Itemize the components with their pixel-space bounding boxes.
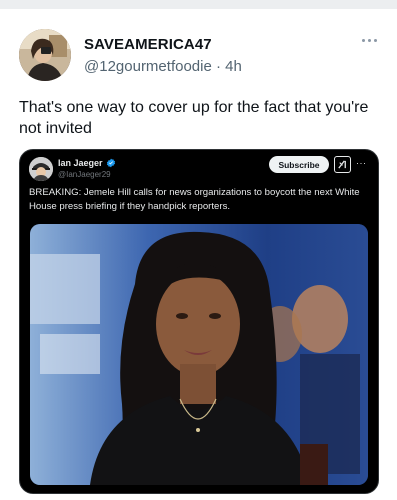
embed-more-icon[interactable]: ···	[356, 158, 367, 168]
meta-separator: ·	[215, 58, 221, 75]
grok-icon[interactable]	[334, 156, 351, 173]
subscribe-button[interactable]: Subscribe	[269, 156, 329, 173]
embed-post-text: BREAKING: Jemele Hill calls for news org…	[29, 187, 360, 212]
embedded-post-image[interactable]: Ian Jaeger @IanJaeger29 Subscribe ··· BR…	[19, 149, 379, 494]
embed-author-name-row: Ian Jaeger	[58, 158, 116, 168]
more-options-icon[interactable]	[358, 33, 380, 47]
post-time[interactable]: 4h	[225, 58, 242, 75]
news-photo[interactable]	[30, 224, 368, 485]
top-divider-strip	[0, 0, 397, 9]
post-text: That's one way to cover up for the fact …	[19, 99, 369, 137]
embed-author-avatar[interactable]	[29, 157, 53, 181]
author-avatar[interactable]	[19, 29, 71, 81]
embed-author-name[interactable]: Ian Jaeger	[58, 158, 103, 168]
author-handle[interactable]: @12gourmetfoodie	[84, 58, 212, 75]
post[interactable]: SAVEAMERICA47 @12gourmetfoodie · 4h That…	[0, 9, 397, 500]
author-display-name[interactable]: SAVEAMERICA47	[84, 36, 212, 53]
author-meta: @12gourmetfoodie · 4h	[84, 58, 242, 75]
embed-author-handle[interactable]: @IanJaeger29	[58, 170, 111, 179]
verified-badge-icon	[106, 158, 115, 168]
